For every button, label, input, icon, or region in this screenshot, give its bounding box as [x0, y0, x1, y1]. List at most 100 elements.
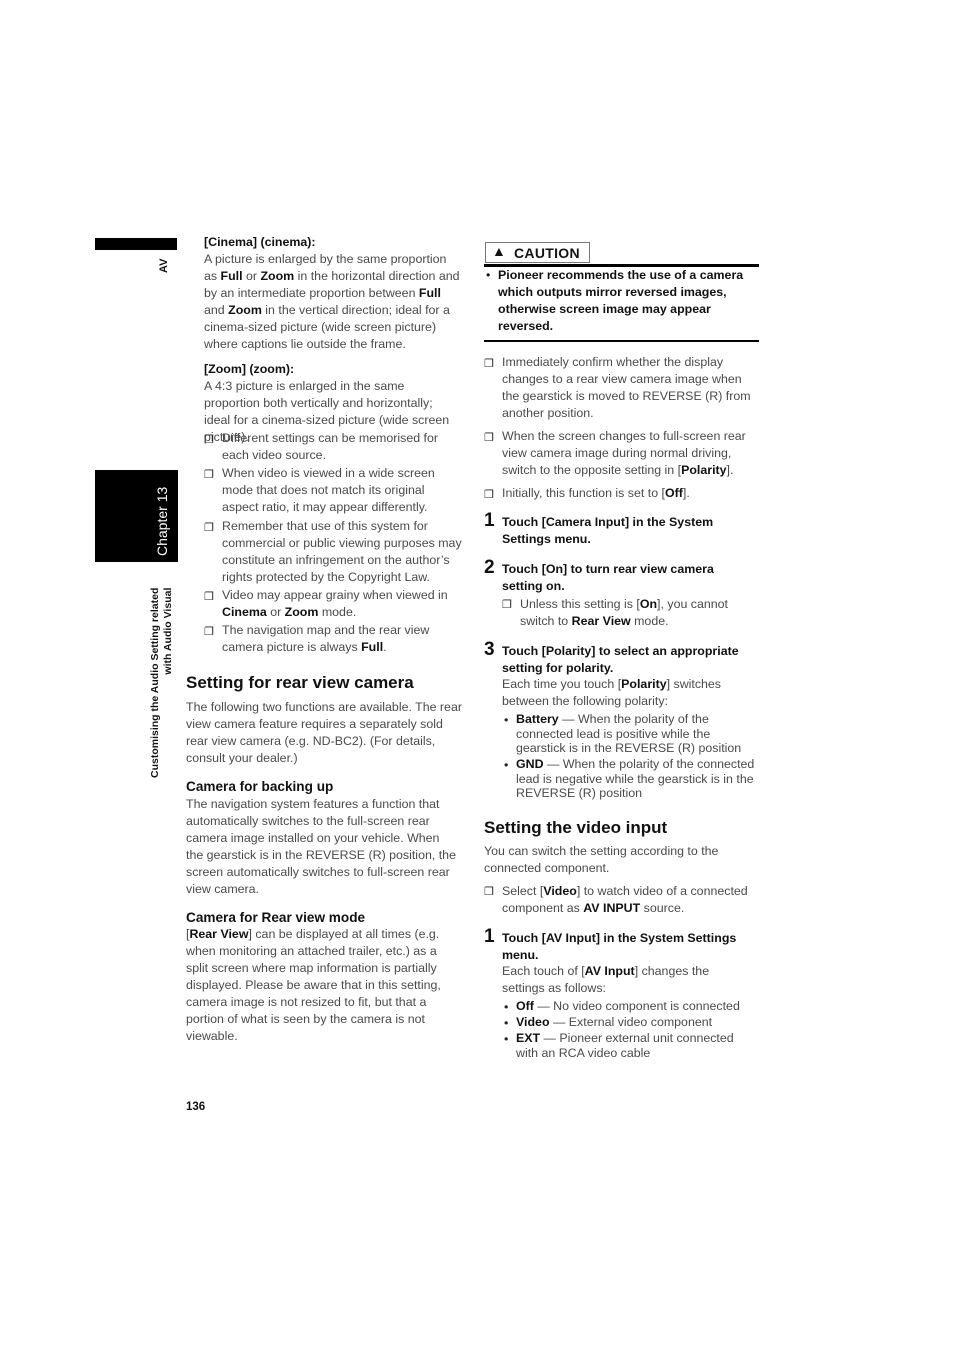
rear-camera-heading: Setting for rear view camera	[186, 673, 414, 692]
text-run: You can switch the setting according to …	[484, 844, 719, 875]
text-run: Select [	[502, 884, 544, 898]
bold-text: Zoom	[228, 303, 262, 317]
bold-text: Full	[361, 640, 384, 654]
video-input-paragraph: You can switch the setting according to …	[484, 843, 756, 877]
bold-text: Zoom	[284, 605, 319, 619]
step-note: Unless this setting is [On], you cannot …	[520, 596, 740, 630]
list-item: Battery — When the polarity of the conne…	[516, 712, 760, 756]
step-number: 1	[484, 926, 495, 947]
video-input-note: Select [Video] to watch video of a conne…	[502, 883, 758, 917]
note-checkbox-icon: ❐	[204, 434, 214, 446]
chapter-title-line2: with Audio Visual	[162, 587, 174, 675]
bullet-icon: •	[504, 1000, 509, 1014]
text-run: source.	[640, 901, 685, 915]
list-item: When video is viewed in a wide screen mo…	[222, 465, 462, 516]
text-run: The navigation map and the rear view cam…	[222, 623, 430, 654]
list-item: Video may appear grainy when viewed in C…	[222, 587, 462, 621]
list-item: Remember that use of this system for com…	[222, 518, 462, 586]
list-item: Different settings can be memorised for …	[222, 430, 462, 464]
bold-text: On	[639, 597, 658, 611]
text-run: — External video component	[549, 1015, 713, 1029]
rear-view-mode-paragraph: [Rear View] can be displayed at all time…	[186, 926, 462, 1045]
caution-label: CAUTION	[514, 245, 580, 261]
bullet-icon: •	[504, 1032, 509, 1046]
chapter-tab: Chapter 13	[95, 470, 178, 562]
text-run: Each time you touch [	[502, 677, 622, 691]
text-run: .	[383, 640, 387, 654]
rear-camera-paragraph: The following two functions are availabl…	[186, 699, 462, 767]
text-run: or	[266, 605, 285, 619]
list-item: When the screen changes to full-screen r…	[502, 428, 758, 479]
list-item: EXT — Pioneer external unit connected wi…	[516, 1031, 752, 1061]
bold-text: Polarity	[681, 463, 727, 477]
list-item: Video — External video component	[516, 1015, 752, 1030]
list-item: The navigation map and the rear view cam…	[222, 622, 462, 656]
text-run: Each touch of [	[502, 964, 585, 978]
note-checkbox-icon: ❐	[484, 358, 494, 370]
text-run: The following two functions are availabl…	[186, 700, 462, 765]
text-run: mode.	[630, 614, 669, 628]
bullet-icon: •	[504, 713, 509, 727]
note-checkbox-icon: ❐	[204, 469, 214, 481]
bold-text: Pioneer recommends the use of a camera w…	[498, 268, 744, 333]
backing-up-paragraph: The navigation system features a functio…	[186, 796, 460, 898]
bold-text: AV Input	[584, 964, 635, 978]
list-item: GND — When the polarity of the connected…	[516, 757, 760, 801]
text-run: ] can be displayed at all times (e.g. wh…	[186, 927, 441, 1043]
section-label: AV	[158, 258, 170, 273]
text-run: Remember that use of this system for com…	[222, 519, 462, 584]
chapter-title-line1: Customising the Audio Setting related	[149, 587, 161, 778]
bold-text: Full	[220, 269, 243, 283]
text-run: ].	[726, 463, 734, 477]
bold-text: Rear View	[571, 614, 631, 628]
note-checkbox-icon: ❐	[484, 432, 494, 444]
text-run: Video may appear grainy when viewed in	[222, 588, 448, 602]
step-number: 2	[484, 557, 495, 578]
text-run: ].	[682, 486, 690, 500]
note-checkbox-icon: ❐	[204, 591, 214, 603]
caution-text: Pioneer recommends the use of a camera w…	[498, 267, 748, 335]
bold-text: Off	[516, 999, 534, 1013]
page-number: 136	[186, 1101, 206, 1113]
caution-label-box: ▲ CAUTION	[485, 242, 590, 263]
caution-bullet: •	[486, 268, 491, 282]
text-run: Different settings can be memorised for …	[222, 431, 439, 462]
list-item: Initially, this function is set to [Off]…	[502, 485, 758, 502]
backing-up-heading: Camera for backing up	[186, 779, 334, 794]
note-checkbox-icon: ❐	[502, 599, 512, 611]
cinema-paragraph: A picture is enlarged by the same propor…	[204, 251, 460, 353]
zoom-heading: [Zoom] (zoom):	[204, 362, 295, 376]
note-checkbox-icon: ❐	[204, 522, 214, 534]
text-run: Initially, this function is set to [	[502, 486, 665, 500]
step-text: Touch [Camera Input] in the System Setti…	[502, 515, 714, 546]
note-checkbox-icon: ❐	[484, 489, 494, 501]
bold-text: Video	[543, 884, 577, 898]
bold-text: Off	[664, 486, 683, 500]
bold-text: Video	[516, 1015, 550, 1029]
text-run: — When the polarity of the connected lea…	[516, 757, 755, 800]
warning-triangle-icon: ▲	[492, 243, 506, 259]
step-text: Touch [On] to turn rear view camera sett…	[502, 562, 714, 593]
list-item: Immediately confirm whether the display …	[502, 354, 758, 422]
step-text: Touch [Polarity] to select an appropriat…	[502, 644, 739, 675]
text-run: Unless this setting is [	[520, 597, 640, 611]
step-number: 3	[484, 639, 495, 660]
note-checkbox-icon: ❐	[204, 626, 214, 638]
step-text: Touch [AV Input] in the System Settings …	[502, 931, 737, 962]
chapter-label: Chapter 13	[154, 486, 170, 556]
bold-text: Full	[418, 286, 441, 300]
video-input-heading: Setting the video input	[484, 818, 668, 837]
chapter-title: Customising the Audio Setting related wi…	[149, 588, 175, 778]
section-tab-bar	[95, 238, 177, 250]
bold-text: Battery	[516, 712, 559, 726]
bold-text: Zoom	[260, 269, 295, 283]
text-run: The navigation system features a functio…	[186, 797, 456, 896]
bullet-icon: •	[504, 758, 509, 772]
text-run: When video is viewed in a wide screen mo…	[222, 466, 435, 514]
list-item: Off — No video component is connected	[516, 999, 752, 1014]
note-checkbox-icon: ❐	[484, 886, 494, 898]
bold-text: Cinema	[222, 605, 267, 619]
caution-bottom-rule	[484, 340, 759, 342]
bold-text: Rear View	[189, 927, 249, 941]
text-run: — No video component is connected	[533, 999, 740, 1013]
